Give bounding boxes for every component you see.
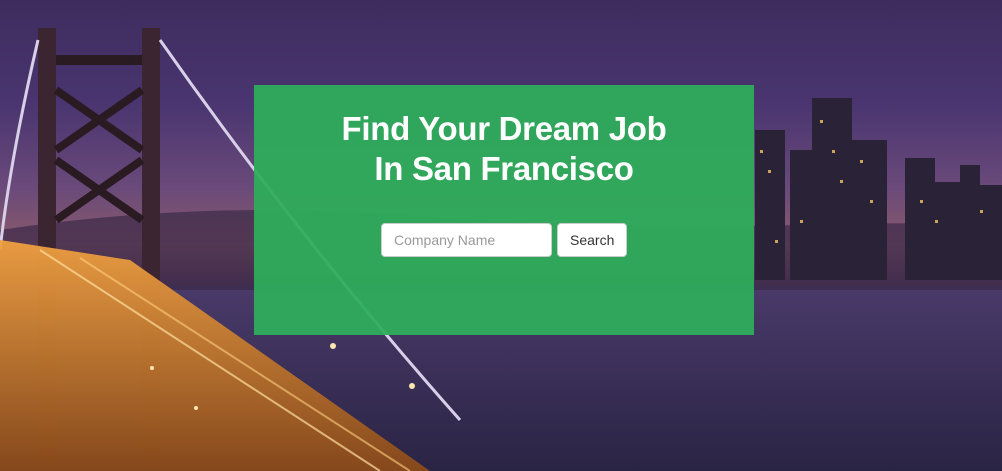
search-form: Search bbox=[381, 223, 628, 257]
search-button[interactable]: Search bbox=[557, 223, 628, 257]
hero-background: Find Your Dream Job In San Francisco Sea… bbox=[0, 0, 1002, 471]
hero-title-line-2: In San Francisco bbox=[374, 150, 634, 187]
hero-title-line-1: Find Your Dream Job bbox=[341, 110, 667, 147]
hero-title: Find Your Dream Job In San Francisco bbox=[254, 109, 754, 189]
hero-card: Find Your Dream Job In San Francisco Sea… bbox=[254, 85, 754, 335]
company-name-input[interactable] bbox=[381, 223, 552, 257]
